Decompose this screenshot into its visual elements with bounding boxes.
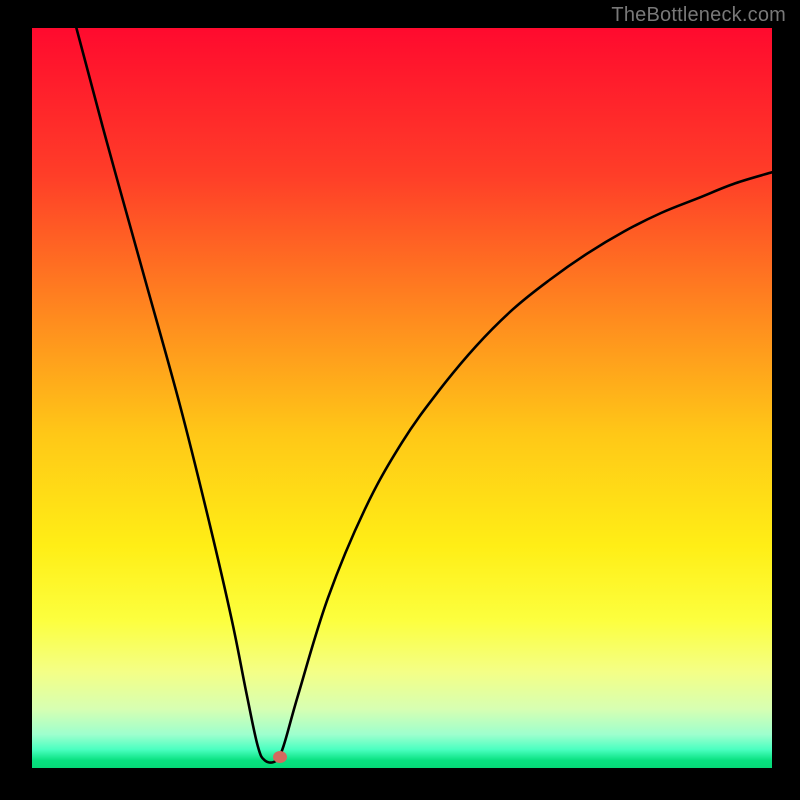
plot-area	[32, 28, 772, 768]
minimum-marker	[273, 751, 287, 763]
watermark-text: TheBottleneck.com	[611, 4, 786, 27]
curve-line	[32, 28, 772, 768]
